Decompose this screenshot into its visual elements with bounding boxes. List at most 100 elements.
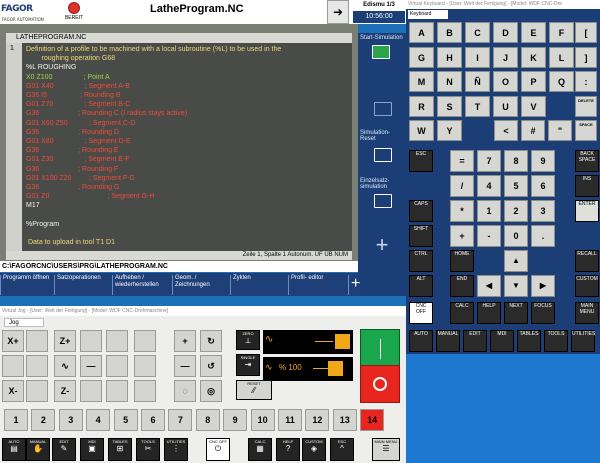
jog-key-blank[interactable] [106,380,128,402]
mode-button-esc[interactable]: ESC ^ [330,438,354,461]
function-key-8[interactable]: 8 [195,409,220,431]
jog-x-plus[interactable]: X+ [2,330,24,352]
mode-button-tables[interactable]: TABLES ⊞ [108,438,132,461]
kb-mode-edit[interactable]: EDIT [463,330,487,352]
function-key-6[interactable]: 6 [141,409,165,431]
jog-key-blank[interactable] [106,330,128,352]
jog-key-blank[interactable] [26,355,48,377]
key-ins[interactable]: INS [575,175,599,197]
rapid-wave-icon[interactable]: ∿ [54,355,76,377]
add-button-side[interactable]: + [360,232,404,260]
key-T[interactable]: T [465,95,490,117]
slider-thumb[interactable] [335,334,350,349]
single-block-simulation-button[interactable]: Einzelsatz-simulation [360,178,404,224]
mode-button-custom[interactable]: CUSTOM ◈ [302,438,326,461]
key-V[interactable]: V [521,95,546,117]
key-alt[interactable]: ALT [409,275,433,297]
rapid-override-slider[interactable]: ∿ [263,330,353,354]
jog-x-minus[interactable]: X- [2,380,24,402]
numpad-key-0[interactable]: 0 [504,225,528,247]
jog-key-blank[interactable] [134,380,156,402]
key-ctrl[interactable]: CTRL [409,250,433,272]
jog-key-blank[interactable] [106,355,128,377]
key-A[interactable]: A [409,22,434,43]
key-focus[interactable]: FOCUS [531,302,555,324]
key-H[interactable]: H [437,46,462,68]
mode-button-mdi[interactable]: MDI ▣ [80,438,104,461]
softkey-block-operations[interactable]: Satzoperationen [54,275,110,295]
mode-button-cnc-off[interactable]: CNC OFF ⏻ [206,438,230,461]
space-key[interactable]: SPACE [575,120,597,141]
function-key-7[interactable]: 7 [168,409,193,431]
key-back-space[interactable]: BACK SPACE [575,150,599,172]
numpad-key--[interactable]: - [477,225,501,247]
arrow-icon[interactable]: ◀ [477,275,501,297]
softkey-profile-editor[interactable]: Profil- editor [288,275,344,295]
kb-mode-tools[interactable]: TOOLS [544,330,568,352]
function-key-10[interactable]: 10 [250,409,275,431]
arrow-icon[interactable]: ▶ [531,275,555,297]
key-D[interactable]: D [493,22,518,43]
key-main-menu[interactable]: MAIN MENU [575,302,599,324]
disabled-softkey[interactable] [360,84,404,128]
arrow-icon[interactable]: ▼ [504,275,528,297]
function-key-3[interactable]: 3 [58,409,83,431]
numpad-key-6[interactable]: 6 [531,175,555,197]
reset-button[interactable]: RESET ⁄⁄ [236,380,272,400]
spindle-minus-button[interactable]: — [174,355,196,377]
spindle-stop-icon[interactable]: ◎ [200,380,222,402]
key-K[interactable]: K [521,46,546,68]
switch-arrow-button[interactable]: ➜ [327,0,349,24]
key-C[interactable]: C [465,22,490,43]
key-P[interactable]: P [521,71,546,92]
key-B[interactable]: B [437,22,462,43]
mode-button-main-menu[interactable]: MAIN MENU ☰ [372,438,400,461]
key-esc[interactable]: ESC [409,150,433,172]
keyboard-tab[interactable]: Keyboard [408,10,448,19]
numpad-key-*[interactable]: * [450,200,474,222]
numpad-key-7[interactable]: 7 [477,150,501,172]
single-button[interactable]: SINGLE ⇥ [236,354,260,376]
numpad-key-9[interactable]: 9 [531,150,555,172]
function-key-14[interactable]: 14 [360,409,385,431]
mode-button-edit[interactable]: EDIT ✎ [52,438,76,461]
jog-key-blank[interactable] [26,380,48,402]
mode-button-auto[interactable]: AUTO ▤ [2,438,26,461]
mode-button-utilities[interactable]: UTILITIES ⋮ [164,438,188,461]
mode-button-calc[interactable]: CALC ▦ [248,438,272,461]
add-softkey-icon[interactable]: + [348,275,360,295]
key-shift[interactable]: SHIFT [409,225,433,247]
function-key-9[interactable]: 9 [223,409,248,431]
key-I[interactable]: I [465,46,490,68]
numpad-key-4[interactable]: 4 [477,175,501,197]
jog-key-blank[interactable] [80,330,102,352]
numpad-key-3[interactable]: 3 [531,200,555,222]
jog-key-blank[interactable] [80,380,102,402]
key-J[interactable]: J [493,46,518,68]
function-key-2[interactable]: 2 [31,409,56,431]
numpad-key-5[interactable]: 5 [504,175,528,197]
key-U[interactable]: U [493,95,518,117]
function-key-13[interactable]: 13 [332,409,357,431]
key-custom[interactable]: CUSTOM [575,275,599,297]
jog-z-plus[interactable]: Z+ [54,330,76,352]
key-symbol[interactable]: " [548,120,572,141]
key-help[interactable]: HELP [477,302,501,324]
key-calc[interactable]: CALC [450,302,474,324]
key-symbol[interactable]: ] [575,47,597,68]
key-cnc-off[interactable]: CNC OFF [409,302,433,324]
key-symbol[interactable]: < [494,120,518,141]
spindle-ccw-icon[interactable]: ↺ [200,355,222,377]
cycle-start-button[interactable] [360,329,400,367]
numpad-key-1[interactable]: 1 [477,200,501,222]
kb-mode-utilities[interactable]: UTILITIES [571,330,595,352]
function-key-1[interactable]: 1 [4,409,28,431]
key-home[interactable]: HOME [450,250,474,272]
function-key-4[interactable]: 4 [86,409,111,431]
jog-key-blank[interactable] [26,330,48,352]
start-simulation-button[interactable]: Start-Simulation [360,35,404,80]
key-symbol[interactable]: [ [575,22,597,43]
spindle-cw-icon[interactable]: ↻ [200,330,222,352]
function-key-5[interactable]: 5 [113,409,138,431]
numpad-key-8[interactable]: 8 [504,150,528,172]
